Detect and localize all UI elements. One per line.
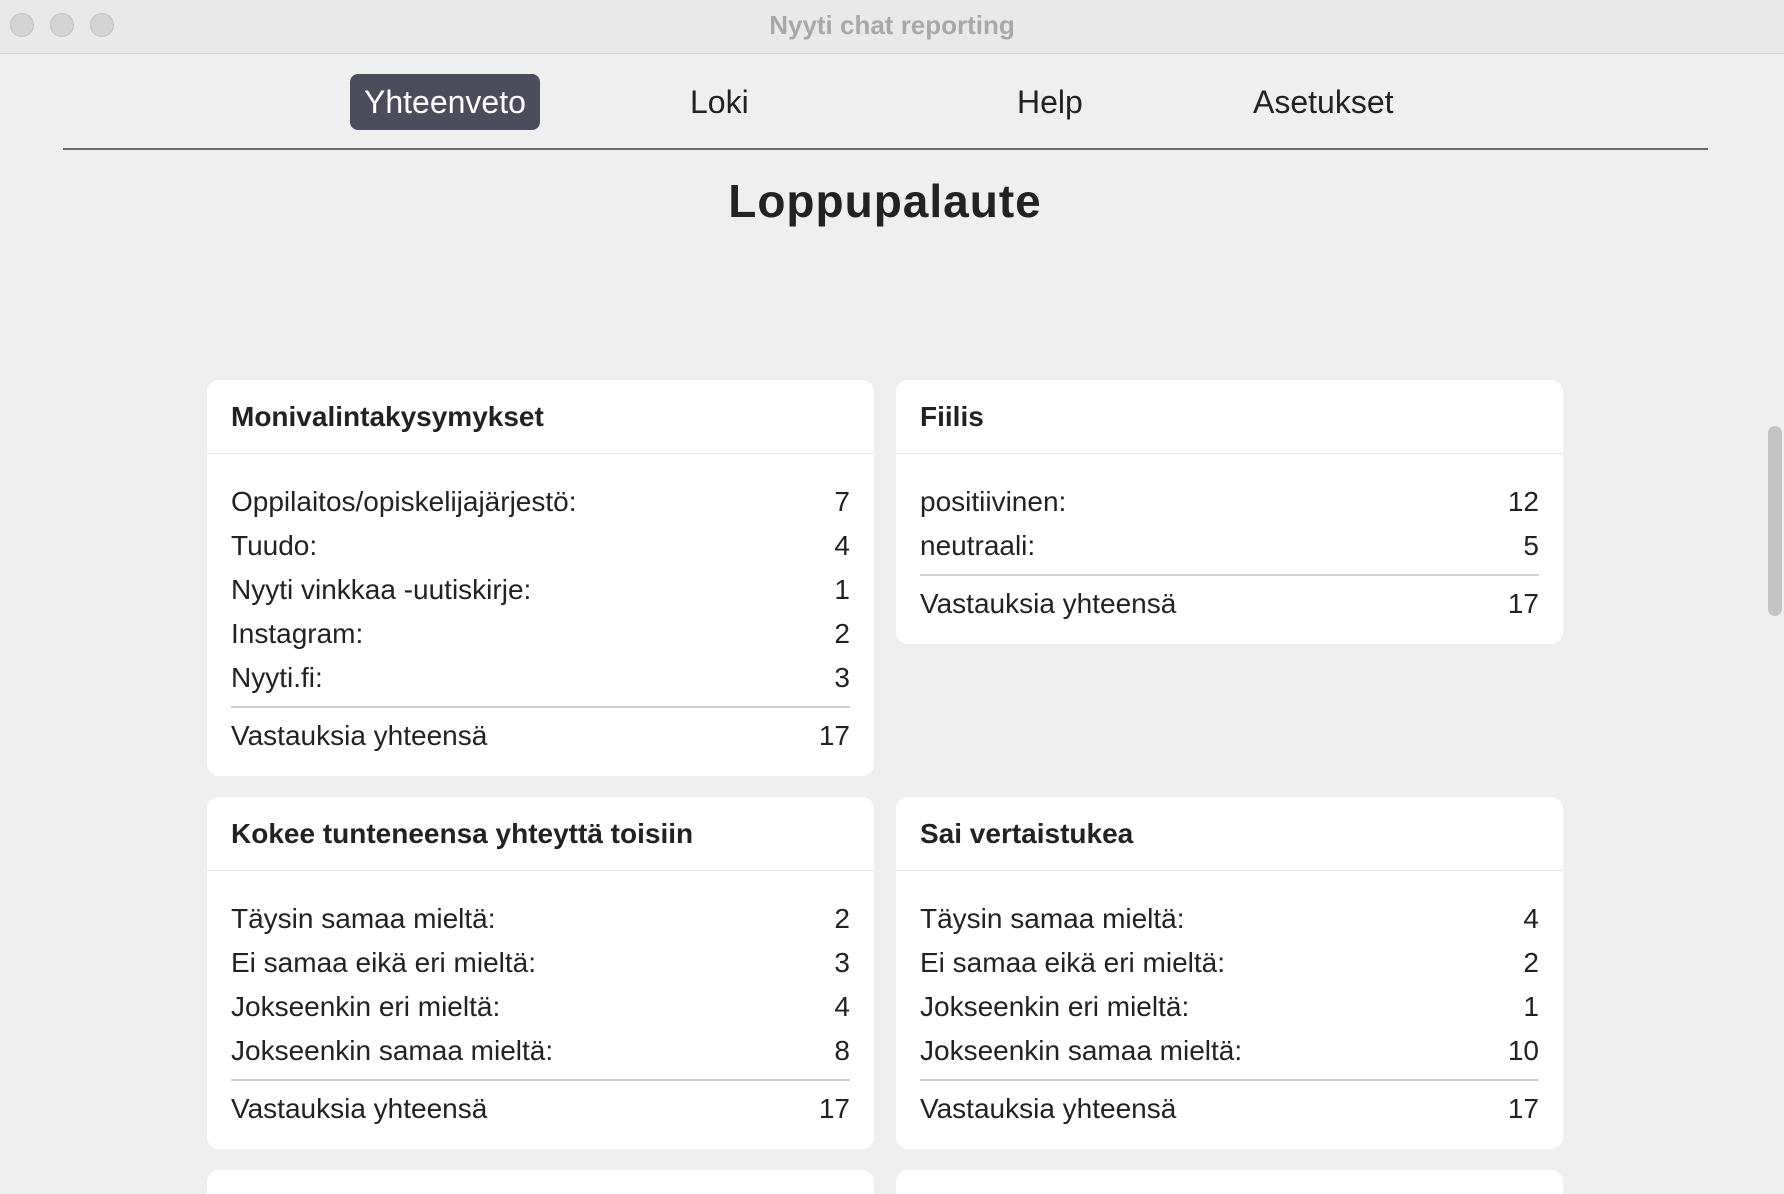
total-row: Vastauksia yhteensä 17 <box>231 1087 850 1131</box>
total-label: Vastauksia yhteensä <box>920 1093 1177 1124</box>
row-label: neutraali: <box>920 530 1036 561</box>
list-item: Jokseenkin samaa mieltä: 10 <box>920 1029 1539 1073</box>
row-value: 1 <box>1523 991 1539 1022</box>
card-partial <box>896 1170 1563 1194</box>
total-divider <box>231 1079 850 1081</box>
total-row: Vastauksia yhteensä 17 <box>231 714 850 758</box>
list-item: Ei samaa eikä eri mieltä: 2 <box>920 941 1539 985</box>
row-label: Jokseenkin samaa mieltä: <box>231 1035 554 1066</box>
tab-bar: Yhteenveto Loki Help Asetukset <box>0 74 1784 130</box>
row-value: 7 <box>834 486 850 517</box>
row-value: 4 <box>834 530 850 561</box>
total-value: 17 <box>818 720 850 751</box>
row-value: 4 <box>834 991 850 1022</box>
row-label: positiivinen: <box>920 486 1067 517</box>
row-label: Instagram: <box>231 618 364 649</box>
row-label: Täysin samaa mieltä: <box>920 903 1185 934</box>
card-sai-vertaistukea: Sai vertaistukea Täysin samaa mieltä: 4 … <box>896 797 1563 1149</box>
card-kokee-tunteneensa-yhteytta: Kokee tunteneensa yhteyttä toisiin Täysi… <box>207 797 874 1149</box>
total-value: 17 <box>818 1093 850 1124</box>
list-item: Jokseenkin samaa mieltä: 8 <box>231 1029 850 1073</box>
row-label: Täysin samaa mieltä: <box>231 903 496 934</box>
card-title: Kokee tunteneensa yhteyttä toisiin <box>207 797 874 871</box>
list-item: Täysin samaa mieltä: 4 <box>920 897 1539 941</box>
tab-loki[interactable]: Loki <box>690 74 749 130</box>
total-label: Vastauksia yhteensä <box>231 1093 488 1124</box>
list-item: Ei samaa eikä eri mieltä: 3 <box>231 941 850 985</box>
row-value: 8 <box>834 1035 850 1066</box>
list-item: Jokseenkin eri mieltä: 1 <box>920 985 1539 1029</box>
total-value: 17 <box>1507 588 1539 619</box>
total-value: 17 <box>1507 1093 1539 1124</box>
row-label: Jokseenkin samaa mieltä: <box>920 1035 1243 1066</box>
tab-help[interactable]: Help <box>1017 74 1083 130</box>
row-label: Ei samaa eikä eri mieltä: <box>231 947 537 978</box>
card-partial <box>207 1170 874 1194</box>
row-label: Nyyti vinkkaa -uutiskirje: <box>231 574 532 605</box>
total-label: Vastauksia yhteensä <box>920 588 1177 619</box>
card-body: Oppilaitos/opiskelijajärjestö: 7 Tuudo: … <box>207 454 874 758</box>
card-body: Täysin samaa mieltä: 2 Ei samaa eikä eri… <box>207 871 874 1131</box>
card-body: positiivinen: 12 neutraali: 5 Vastauksia… <box>896 454 1563 626</box>
list-item: Jokseenkin eri mieltä: 4 <box>231 985 850 1029</box>
app-window: Nyyti chat reporting Yhteenveto Loki Hel… <box>0 0 1784 1194</box>
row-value: 12 <box>1507 486 1539 517</box>
row-label: Nyyti.fi: <box>231 662 323 693</box>
card-title: Sai vertaistukea <box>896 797 1563 871</box>
row-value: 3 <box>834 947 850 978</box>
row-label: Ei samaa eikä eri mieltä: <box>920 947 1226 978</box>
total-row: Vastauksia yhteensä 17 <box>920 1087 1539 1131</box>
tab-divider <box>63 148 1708 150</box>
row-value: 2 <box>1523 947 1539 978</box>
list-item: Nyyti vinkkaa -uutiskirje: 1 <box>231 568 850 612</box>
tab-asetukset[interactable]: Asetukset <box>1253 74 1394 130</box>
total-divider <box>920 574 1539 576</box>
list-item: Täysin samaa mieltä: 2 <box>231 897 850 941</box>
row-label: Tuudo: <box>231 530 318 561</box>
card-body: Täysin samaa mieltä: 4 Ei samaa eikä eri… <box>896 871 1563 1131</box>
row-value: 10 <box>1507 1035 1539 1066</box>
list-item: positiivinen: 12 <box>920 480 1539 524</box>
row-label: Jokseenkin eri mieltä: <box>920 991 1190 1022</box>
list-item: Tuudo: 4 <box>231 524 850 568</box>
total-row: Vastauksia yhteensä 17 <box>920 582 1539 626</box>
card-monivalintakysymykset: Monivalintakysymykset Oppilaitos/opiskel… <box>207 380 874 776</box>
total-label: Vastauksia yhteensä <box>231 720 488 751</box>
total-divider <box>231 706 850 708</box>
list-item: Oppilaitos/opiskelijajärjestö: 7 <box>231 480 850 524</box>
row-value: 2 <box>834 903 850 934</box>
window-title: Nyyti chat reporting <box>769 10 1015 40</box>
row-value: 5 <box>1523 530 1539 561</box>
card-title: Fiilis <box>896 380 1563 454</box>
row-label: Jokseenkin eri mieltä: <box>231 991 501 1022</box>
row-label: Oppilaitos/opiskelijajärjestö: <box>231 486 577 517</box>
list-item: Nyyti.fi: 3 <box>231 656 850 700</box>
total-divider <box>920 1079 1539 1081</box>
row-value: 3 <box>834 662 850 693</box>
card-title: Monivalintakysymykset <box>207 380 874 454</box>
tab-yhteenveto[interactable]: Yhteenveto <box>350 74 540 130</box>
card-fiilis: Fiilis positiivinen: 12 neutraali: 5 Vas… <box>896 380 1563 644</box>
row-value: 1 <box>834 574 850 605</box>
title-bar: Nyyti chat reporting <box>0 0 1784 54</box>
row-value: 2 <box>834 618 850 649</box>
scrollbar-thumb[interactable] <box>1768 426 1782 616</box>
list-item: Instagram: 2 <box>231 612 850 656</box>
page-title: Loppupalaute <box>728 175 1042 227</box>
list-item: neutraali: 5 <box>920 524 1539 568</box>
row-value: 4 <box>1523 903 1539 934</box>
